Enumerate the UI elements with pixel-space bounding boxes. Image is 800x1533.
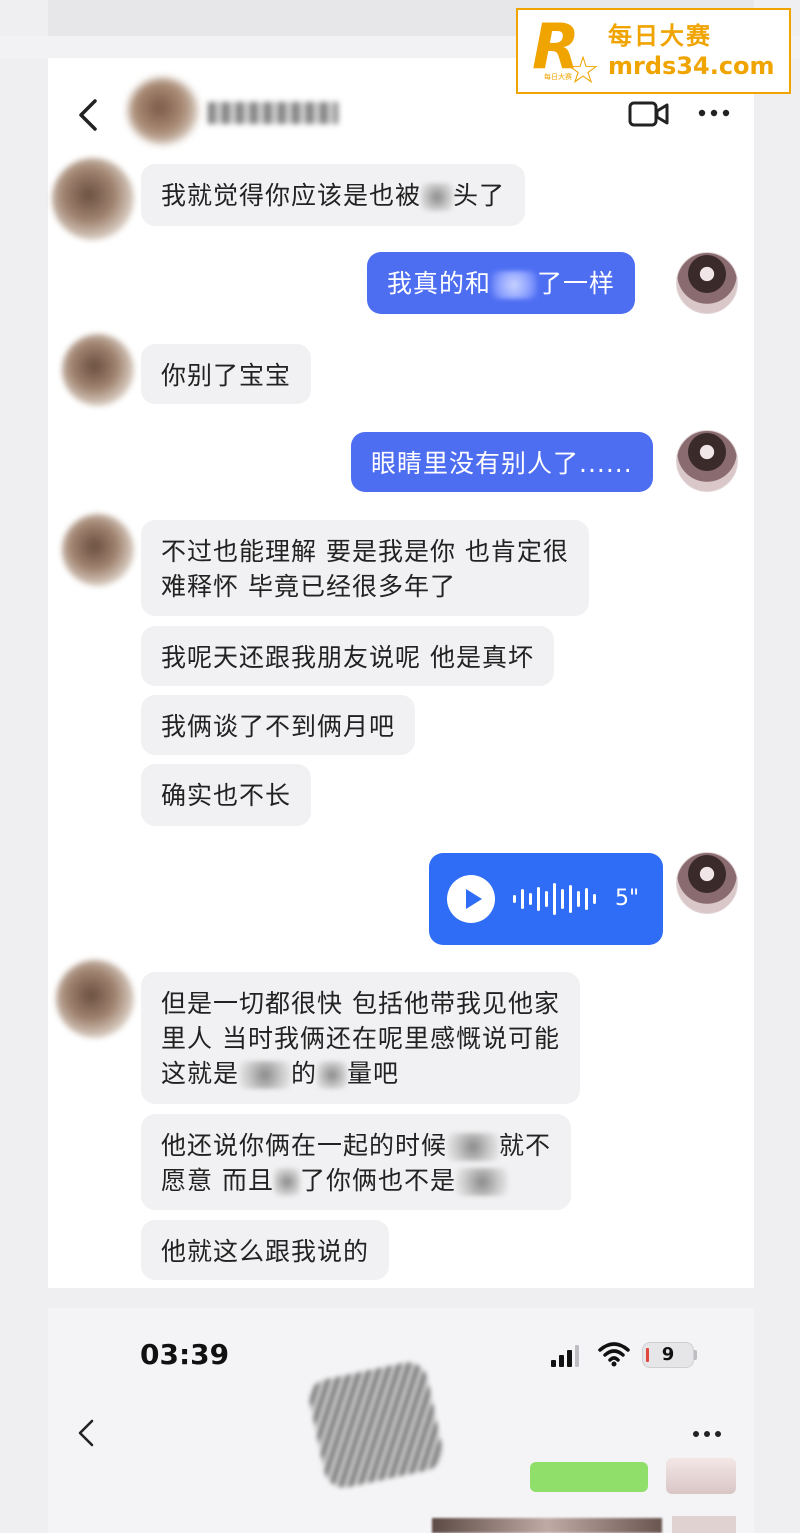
contact-name-redacted	[208, 102, 338, 124]
contact-avatar[interactable]	[62, 514, 134, 586]
more-dots-icon[interactable]	[696, 100, 732, 126]
message-bubble-incoming[interactable]: 但是一切都很快 包括他带我见他家 里人 当时我俩还在呢里感慨说可能 这就是 的量吧	[141, 972, 580, 1104]
message-bubble-outgoing[interactable]: 眼睛里没有别人了......	[351, 432, 653, 492]
message-text: 但是一切都很快 包括他带我见他家	[161, 989, 560, 1018]
message-text: 这就是	[161, 1059, 240, 1088]
message-bubble-incoming[interactable]: 我俩谈了不到俩月吧	[141, 695, 416, 755]
message-text: 我真的和	[387, 269, 492, 298]
message-text: 他就这么跟我说的	[161, 1237, 370, 1266]
contact-avatar[interactable]	[52, 158, 134, 240]
message-text: 量吧	[347, 1059, 400, 1088]
contact-avatar[interactable]	[56, 960, 134, 1038]
message-bubble-outgoing[interactable]	[530, 1462, 648, 1492]
chevron-left-icon[interactable]	[76, 1418, 96, 1448]
message-text: 我俩谈了不到俩月吧	[161, 712, 396, 741]
message-text: 我呢天还跟我朋友说呢 他是真坏	[161, 643, 534, 672]
video-call-icon[interactable]	[628, 98, 670, 130]
message-text: 愿意 而且	[161, 1166, 274, 1195]
wifi-icon	[598, 1342, 630, 1367]
contact-avatar[interactable]	[128, 78, 198, 144]
message-bubble-incoming[interactable]: 他就这么跟我说的	[141, 1220, 390, 1280]
voice-message-bubble[interactable]: 5"	[429, 853, 663, 945]
redacted-text	[317, 1061, 348, 1089]
battery-cap	[694, 1350, 697, 1360]
redacted-text	[491, 271, 538, 299]
message-text: 确实也不长	[161, 781, 292, 810]
message-text: 不过也能理解 要是我是你 也肯定很	[161, 537, 569, 566]
status-time: 03:39	[140, 1338, 230, 1371]
audio-waveform-icon	[513, 883, 596, 915]
watermark-logo: R ☆ 每日大赛	[528, 10, 602, 92]
message-bubble-incoming[interactable]: 确实也不长	[141, 764, 312, 826]
message-bubble-partial	[432, 1518, 662, 1533]
chat-panel: 我就觉得你应该是也被 头了 我真的和 了一样 你别了宝宝 眼睛里没有别人了.....…	[48, 58, 754, 1288]
message-text: 里人 当时我俩还在呢里感慨说可能	[161, 1024, 560, 1053]
play-icon[interactable]	[447, 875, 495, 923]
message-bubble-incoming[interactable]: 他还说你俩在一起的时候 就不 愿意 而且 了你俩也不是	[141, 1114, 572, 1210]
watermark-title: 每日大赛	[608, 22, 712, 50]
message-bubble-incoming[interactable]: 我呢天还跟我朋友说呢 他是真坏	[141, 626, 554, 686]
redacted-text	[455, 1168, 508, 1196]
message-bubble-incoming[interactable]: 你别了宝宝	[141, 344, 312, 404]
message-text: 我就觉得你应该是也被	[161, 181, 422, 210]
my-avatar[interactable]	[676, 430, 738, 492]
contact-name-redacted	[305, 1358, 447, 1492]
message-bubble-incoming[interactable]: 不过也能理解 要是我是你 也肯定很 难释怀 毕竟已经很多年了	[141, 520, 589, 616]
redacted-text	[447, 1133, 500, 1161]
message-text: 头了	[453, 181, 506, 210]
watermark-badge: R ☆ 每日大赛 每日大赛 mrds34.com	[516, 8, 791, 94]
message-bubble-outgoing[interactable]: 我真的和 了一样	[367, 252, 636, 314]
my-avatar[interactable]	[676, 852, 738, 914]
battery-indicator: 9	[642, 1342, 694, 1368]
message-text: 难释怀 毕竟已经很多年了	[161, 572, 456, 601]
message-text: 眼睛里没有别人了......	[371, 449, 633, 478]
message-text: 他还说你俩在一起的时候	[161, 1131, 448, 1160]
message-text: 你别了宝宝	[161, 361, 292, 390]
redacted-text	[273, 1168, 300, 1196]
avatar-partial	[672, 1516, 736, 1533]
my-avatar[interactable]	[676, 252, 738, 314]
message-bubble-incoming[interactable]: 我就觉得你应该是也被 头了	[141, 164, 526, 226]
watermark-url: mrds34.com	[608, 52, 775, 80]
chevron-left-icon[interactable]	[76, 98, 100, 132]
voice-duration: 5"	[615, 886, 640, 911]
message-text: 了你俩也不是	[299, 1166, 456, 1195]
more-dots-icon[interactable]	[690, 1422, 724, 1446]
my-avatar[interactable]	[666, 1458, 736, 1494]
star-icon: ☆	[566, 48, 601, 92]
second-screenshot: 03:39 9	[48, 1308, 754, 1533]
redacted-text	[421, 183, 454, 211]
message-text: 的	[291, 1059, 318, 1088]
redacted-text	[239, 1061, 292, 1089]
message-text: 了一样	[537, 269, 616, 298]
message-text: 就不	[499, 1131, 552, 1160]
watermark-logo-small: 每日大赛	[544, 73, 572, 81]
cellular-signal-icon	[551, 1345, 579, 1367]
contact-avatar[interactable]	[62, 334, 134, 406]
